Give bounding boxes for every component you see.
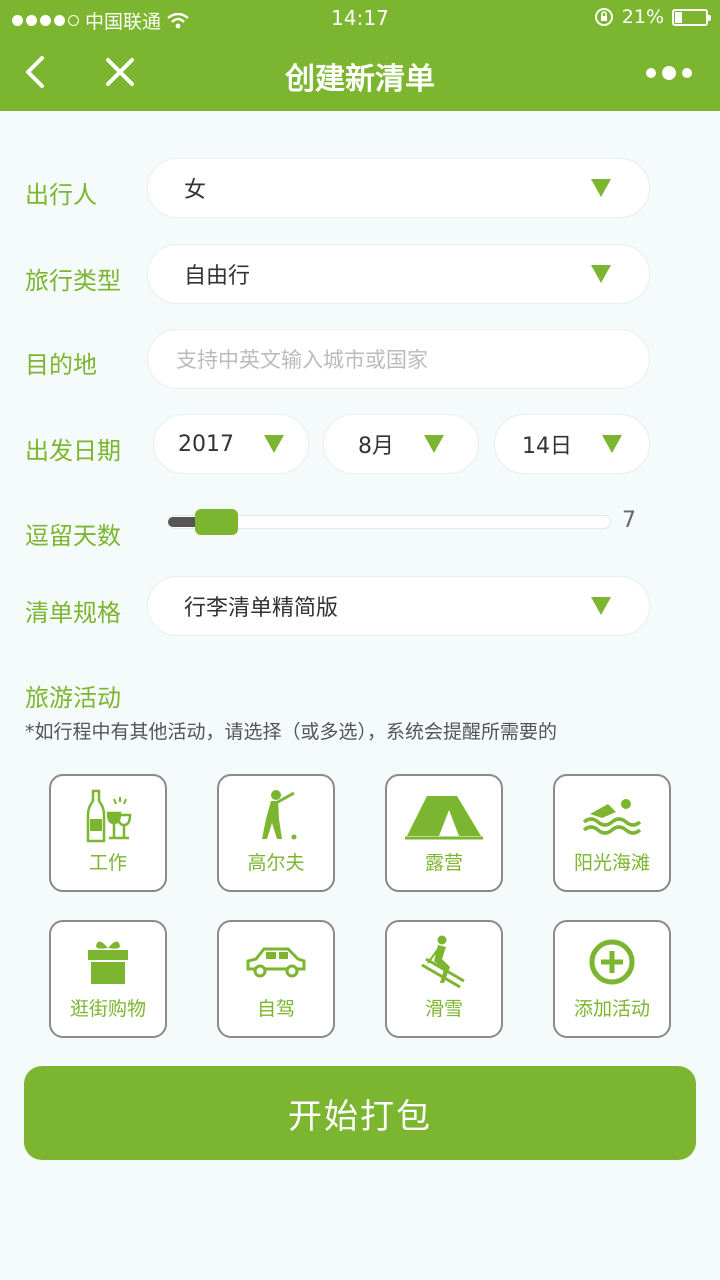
activity-label: 自驾 xyxy=(256,998,295,1020)
list-spec-select[interactable]: 行李清单精简版 xyxy=(147,576,650,636)
activity-self-drive[interactable]: 自驾 xyxy=(217,920,335,1038)
trip-type-select[interactable]: 自由行 xyxy=(147,244,650,304)
activities-title: 旅游活动 xyxy=(25,684,121,712)
nav-bar: 创建新清单 xyxy=(0,36,720,111)
activity-label: 逛街购物 xyxy=(69,998,146,1020)
day-value: 14日 xyxy=(522,434,572,459)
activity-work[interactable]: 工作 xyxy=(49,774,167,892)
traveler-value: 女 xyxy=(184,178,207,203)
battery-icon xyxy=(672,8,711,26)
wine-glasses-icon xyxy=(86,789,132,843)
start-packing-button[interactable]: 开始打包 xyxy=(24,1066,696,1160)
dropdown-arrow-icon xyxy=(591,179,611,197)
traveler-label: 出行人 xyxy=(25,181,97,209)
activity-label: 滑雪 xyxy=(424,998,463,1020)
battery-percent: 21% xyxy=(621,6,664,28)
month-select[interactable]: 8月 xyxy=(323,414,479,474)
activities-note: *如行程中有其他活动，请选择（或多选），系统会提醒所需要的 xyxy=(25,721,558,743)
car-icon xyxy=(246,947,306,978)
page-title: 创建新清单 xyxy=(285,62,435,97)
list-spec-label: 清单规格 xyxy=(25,599,121,627)
stay-days-label: 逗留天数 xyxy=(25,522,121,550)
activity-add[interactable]: 添加活动 xyxy=(553,920,671,1038)
year-value: 2017 xyxy=(178,431,234,457)
stay-days-value: 7 xyxy=(622,508,636,533)
dropdown-arrow-icon xyxy=(264,435,284,453)
destination-placeholder: 支持中英文输入城市或国家 xyxy=(176,348,428,372)
destination-input[interactable]: 支持中英文输入城市或国家 xyxy=(147,329,650,389)
activity-label: 高尔夫 xyxy=(247,852,305,874)
activity-skiing[interactable]: 滑雪 xyxy=(385,920,503,1038)
add-circle-icon xyxy=(589,939,635,985)
activity-camping[interactable]: 露营 xyxy=(385,774,503,892)
activity-label: 工作 xyxy=(88,852,127,874)
trip-type-value: 自由行 xyxy=(184,264,251,289)
skier-icon xyxy=(421,935,465,989)
trip-type-label: 旅行类型 xyxy=(25,267,121,295)
year-select[interactable]: 2017 xyxy=(153,414,309,474)
activity-golf[interactable]: 高尔夫 xyxy=(217,774,335,892)
activity-shopping[interactable]: 逛街购物 xyxy=(49,920,167,1038)
traveler-select[interactable]: 女 xyxy=(147,158,650,218)
rotation-lock-icon xyxy=(594,8,613,26)
activity-beach[interactable]: 阳光海滩 xyxy=(553,774,671,892)
activity-label: 阳光海滩 xyxy=(573,852,650,874)
tent-icon xyxy=(405,796,483,840)
top-bar: 中国联通 14:17 21% 创建新清单 xyxy=(0,0,720,111)
swimmer-icon xyxy=(582,799,642,835)
activity-label: 添加活动 xyxy=(573,998,650,1020)
dropdown-arrow-icon xyxy=(424,435,444,453)
dropdown-arrow-icon xyxy=(591,265,611,283)
month-value: 8月 xyxy=(358,434,394,459)
golfer-icon xyxy=(262,790,297,840)
dropdown-arrow-icon xyxy=(591,597,611,615)
gift-icon xyxy=(88,941,128,984)
slider-thumb[interactable] xyxy=(195,509,238,535)
status-bar: 中国联通 14:17 21% xyxy=(0,0,720,36)
more-icon[interactable] xyxy=(646,66,692,80)
list-spec-value: 行李清单精简版 xyxy=(184,596,339,621)
activity-label: 露营 xyxy=(424,852,463,874)
day-select[interactable]: 14日 xyxy=(494,414,650,474)
date-label: 出发日期 xyxy=(25,437,121,465)
dropdown-arrow-icon xyxy=(602,435,622,453)
destination-label: 目的地 xyxy=(25,351,97,379)
